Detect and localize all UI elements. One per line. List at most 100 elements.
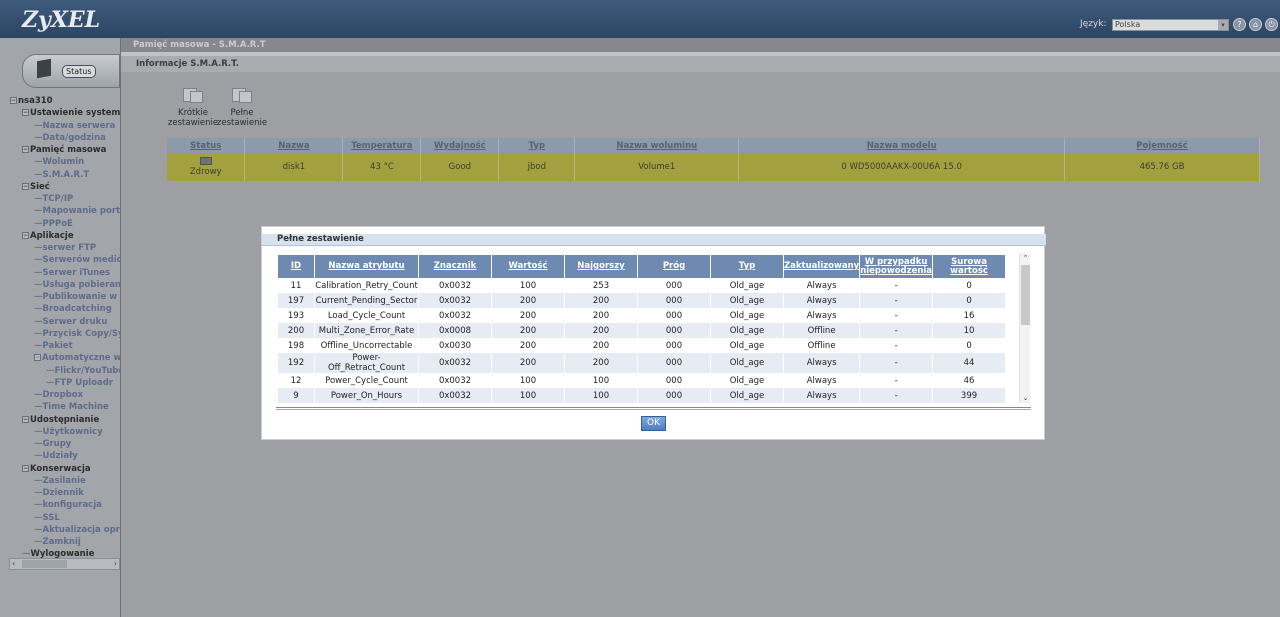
tree-item[interactable]: —FTP Uploadr xyxy=(10,377,120,389)
collapse-icon[interactable]: − xyxy=(34,354,41,362)
table-row[interactable]: 12 Power_Cycle_Count 0x0032 100 100 000 Old_ag… xyxy=(278,373,1006,388)
tree-item[interactable]: − Pamięć masowa xyxy=(10,144,120,156)
tree-item[interactable]: —Time Machine xyxy=(10,401,120,413)
tree-item[interactable]: —Serwer iTunes xyxy=(10,267,120,279)
full-summary-button[interactable]: Pełne zestawienie xyxy=(216,86,268,128)
tree-item[interactable]: − Ustawienie systemu xyxy=(10,107,120,119)
status-tab[interactable]: Status xyxy=(22,54,120,88)
logout-icon[interactable]: ⏻ xyxy=(1265,18,1278,31)
collapse-icon[interactable]: − xyxy=(22,146,29,153)
column-header[interactable]: Wydajność xyxy=(420,138,500,153)
table-cell: 193 xyxy=(278,308,314,323)
language-select[interactable]: Polska ▾ xyxy=(1112,19,1229,31)
tree-item[interactable]: —SSL xyxy=(10,512,120,524)
tree-item[interactable]: —Serwer druku xyxy=(10,316,120,328)
disk-row[interactable]: Zdrowy disk1 43 °C Good jbod Volume1 0 W… xyxy=(167,153,1260,181)
tree-item[interactable]: —Mapowanie portów xyxy=(10,205,120,217)
tree-item[interactable]: − Sieć xyxy=(10,181,120,193)
table-row[interactable]: 11 Calibration_Retry_Count 0x0032 100 253 000… xyxy=(278,278,1006,293)
tree-item[interactable]: —Dziennik xyxy=(10,487,120,499)
tree-item[interactable]: —Publikowanie w sieci xyxy=(10,291,120,303)
tree-item[interactable]: − nsa310 xyxy=(10,95,120,107)
full-summary-label: Pełne xyxy=(230,108,254,118)
table-cell: Current_Pending_Sector xyxy=(315,293,418,308)
column-header[interactable]: Pojemność xyxy=(1064,138,1260,153)
scroll-up-icon[interactable]: ⌃ xyxy=(1021,253,1030,263)
tree-item[interactable]: − Konserwacja xyxy=(10,463,120,475)
tree-item[interactable]: —Serwerów mediów xyxy=(10,254,120,266)
table-cell: 200 xyxy=(492,308,564,323)
tree-connector: — xyxy=(34,243,43,253)
dialog-vertical-scrollbar[interactable]: ⌃ ⌄ xyxy=(1019,253,1030,403)
table-cell: 0x0032 xyxy=(419,308,491,323)
table-row[interactable]: 197 Current_Pending_Sector 0x0032 200 200 000… xyxy=(278,293,1006,308)
tree-item[interactable]: —Przycisk Copy/Sync xyxy=(10,328,120,340)
ok-button[interactable]: OK xyxy=(641,416,666,431)
column-header[interactable]: Najgorszy xyxy=(565,255,637,278)
collapse-icon[interactable]: − xyxy=(22,464,29,472)
tree-item[interactable]: —Aktualizacja oprogramowania xyxy=(10,524,120,536)
disk-table-header: Status Nazwa Temperatura Wydajność Typ Nazwa … xyxy=(167,138,1260,153)
tree-item[interactable]: —S.M.A.R.T xyxy=(10,169,120,181)
column-header[interactable]: W przypadku niepowodzenia xyxy=(860,255,933,278)
tree-item[interactable]: —PPPoE xyxy=(10,218,120,230)
scroll-thumb[interactable] xyxy=(1021,265,1030,325)
column-header[interactable]: Surowa wartość xyxy=(933,255,1006,278)
column-header[interactable]: ID xyxy=(278,255,314,278)
tree-item[interactable]: —Zamknij xyxy=(10,536,120,548)
tree-item[interactable]: —konfiguracja xyxy=(10,499,120,511)
scroll-left-icon[interactable]: ‹ xyxy=(12,559,15,568)
tree-item[interactable]: —Zasilanie xyxy=(10,475,120,487)
home-icon[interactable]: ⌂ xyxy=(1249,18,1262,31)
table-cell: - xyxy=(860,308,933,323)
column-header[interactable]: Zaktualizowany xyxy=(784,255,860,278)
column-header[interactable]: Próg xyxy=(638,255,710,278)
collapse-icon[interactable]: − xyxy=(10,97,17,104)
column-header[interactable]: Typ xyxy=(711,255,783,278)
tree-item[interactable]: —Data/godzina xyxy=(10,132,120,144)
short-summary-button[interactable]: Krótkie zestawienie xyxy=(167,86,219,128)
collapse-icon[interactable]: − xyxy=(22,109,29,117)
column-header[interactable]: Znacznik xyxy=(419,255,491,278)
sidebar-horizontal-scrollbar[interactable]: ‹ › xyxy=(9,558,120,570)
tree-connector: — xyxy=(34,304,43,315)
column-header[interactable]: Temperatura xyxy=(342,138,422,153)
tree-item[interactable]: —Pakiet xyxy=(10,340,120,352)
column-header[interactable]: Typ xyxy=(498,138,576,153)
scroll-right-icon[interactable]: › xyxy=(114,559,117,568)
tree-item[interactable]: —Udziały xyxy=(10,450,120,462)
column-header[interactable]: Nazwa modelu xyxy=(738,138,1066,153)
table-cell: 198 xyxy=(278,338,314,353)
tree-item[interactable]: —Broadcatching xyxy=(10,303,120,315)
scroll-down-icon[interactable]: ⌄ xyxy=(1021,393,1030,403)
table-row[interactable]: 193 Load_Cycle_Count 0x0032 200 200 000 Old_ag… xyxy=(278,308,1006,323)
collapse-icon[interactable]: − xyxy=(22,182,29,190)
help-icon[interactable]: ? xyxy=(1233,18,1246,31)
column-header[interactable]: Status xyxy=(167,138,246,153)
collapse-icon[interactable]: − xyxy=(22,231,29,239)
column-header[interactable]: Wartość xyxy=(492,255,564,278)
column-header[interactable]: Nazwa woluminu xyxy=(574,138,740,153)
table-row[interactable]: 198 Offline_Uncorrectable 0x0030 200 200 000 O… xyxy=(278,338,1006,353)
tree-item[interactable]: −Automatyczne wysyłanie xyxy=(10,352,120,364)
tree-item[interactable]: —Grupy xyxy=(10,438,120,450)
tree-item[interactable]: —Usługa pobierania xyxy=(10,279,120,291)
table-row[interactable]: 9 Power_On_Hours 0x0032 100 100 000 Old_age Alw… xyxy=(278,388,1006,403)
tree-item[interactable]: —Wolumin xyxy=(10,156,120,168)
table-row[interactable]: 200 Multi_Zone_Error_Rate 0x0008 200 200 000 O… xyxy=(278,323,1006,338)
table-row[interactable]: 192 Power-Off_Retract_Count 0x0032 200 200 00… xyxy=(278,353,1006,373)
tree-item[interactable]: —Flickr/YouTube xyxy=(10,365,120,377)
column-header[interactable]: Nazwa atrybutu xyxy=(315,255,418,278)
tree-item[interactable]: —TCP/IP xyxy=(10,193,120,205)
tree-item[interactable]: —Dropbox xyxy=(10,389,120,401)
column-header[interactable]: Nazwa xyxy=(244,138,344,153)
tree-item-label: Broadcatching xyxy=(42,304,112,315)
collapse-icon[interactable]: − xyxy=(22,415,29,423)
tree-item[interactable]: —serwer FTP xyxy=(10,242,120,254)
scroll-thumb[interactable] xyxy=(22,560,67,568)
table-cell: 9 xyxy=(278,388,314,403)
tree-item[interactable]: —Użytkownicy xyxy=(10,426,120,438)
tree-item[interactable]: − Aplikacje xyxy=(10,230,120,242)
tree-item[interactable]: —Nazwa serwera xyxy=(10,120,120,132)
tree-item[interactable]: − Udostępnianie xyxy=(10,414,120,426)
